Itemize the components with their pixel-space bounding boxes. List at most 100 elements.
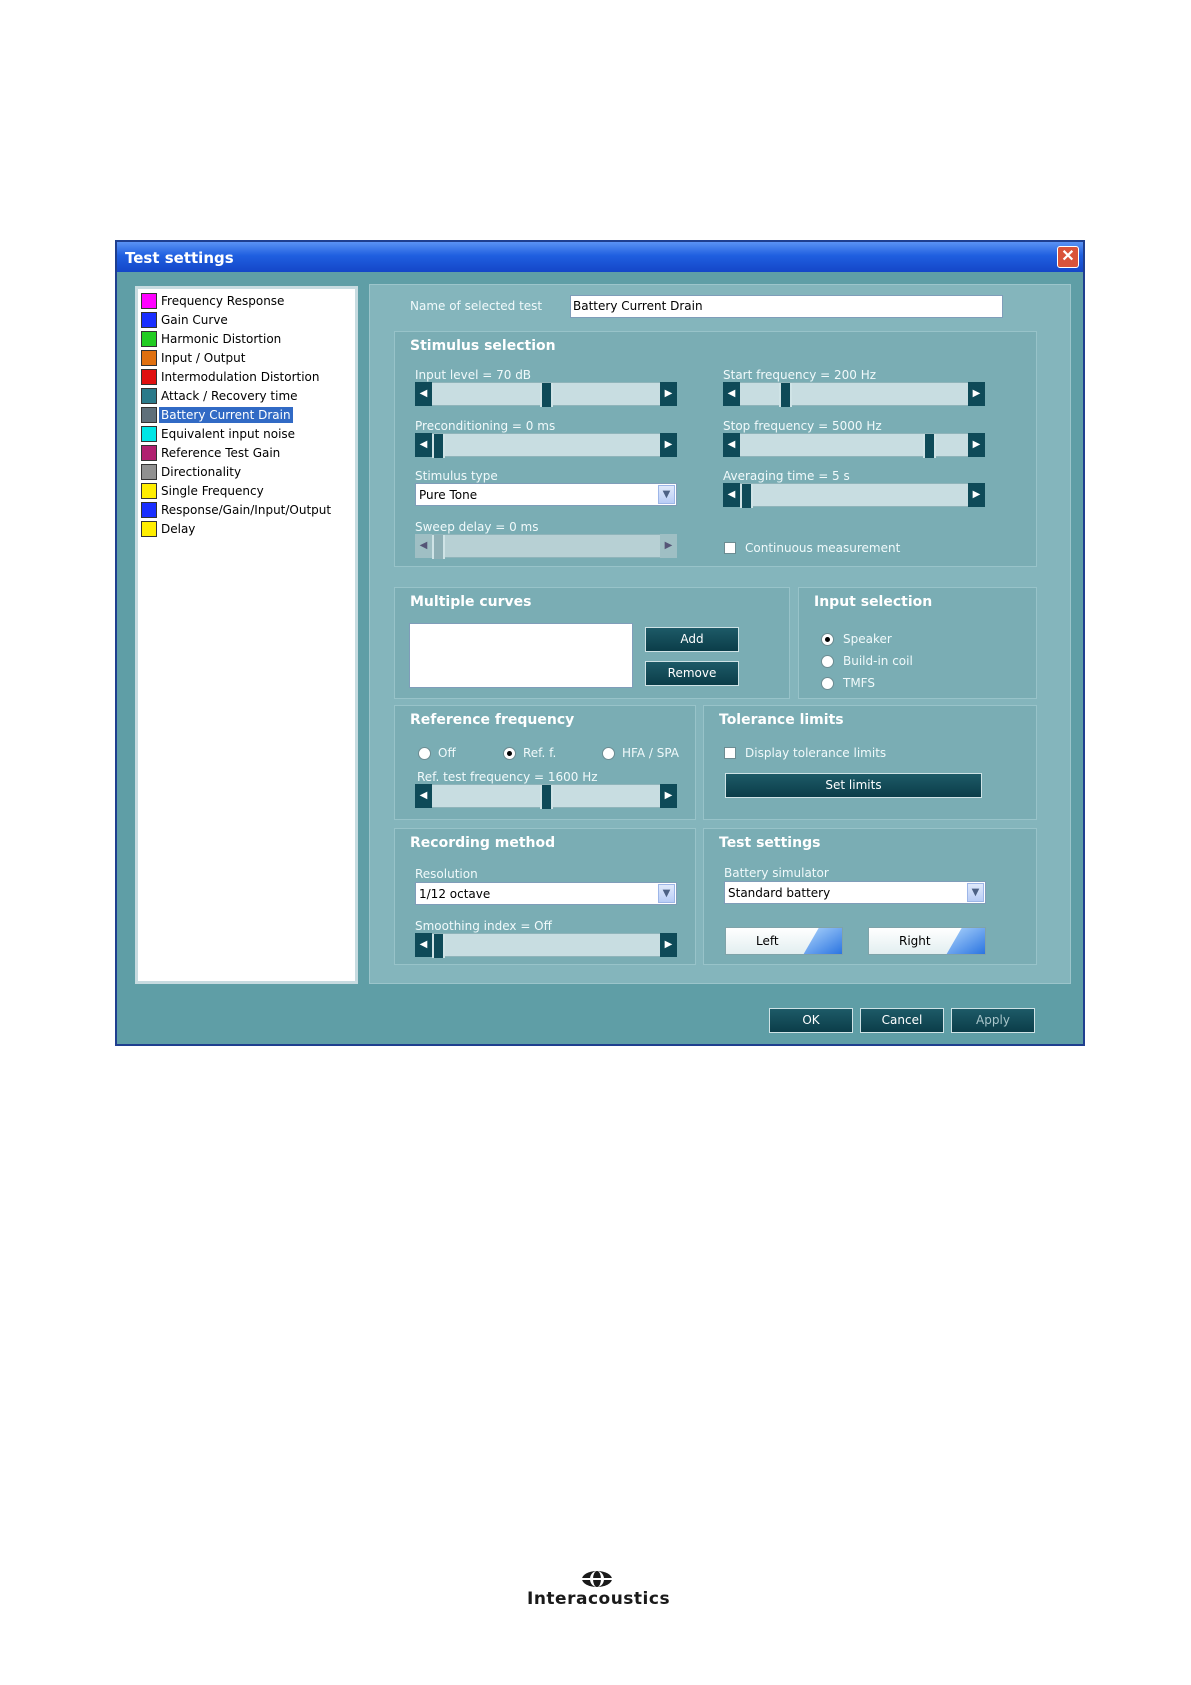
arrow-right-icon[interactable]: ▶	[660, 534, 677, 558]
arrow-right-icon[interactable]: ▶	[660, 382, 677, 406]
title-bar[interactable]: Test settings ✕	[117, 242, 1083, 272]
sweep-delay-label: Sweep delay = 0 ms	[415, 520, 539, 534]
test-name-input[interactable]: Battery Current Drain	[570, 295, 1003, 318]
battery-simulator-label: Battery simulator	[724, 866, 829, 880]
stimulus-type-label: Stimulus type	[415, 469, 498, 483]
arrow-right-icon[interactable]: ▶	[660, 933, 677, 957]
stop-frequency-label: Stop frequency = 5000 Hz	[723, 419, 882, 433]
battery-simulator-value: Standard battery	[728, 886, 831, 900]
slider-thumb[interactable]	[540, 785, 553, 809]
group-title: Stimulus selection	[410, 338, 556, 354]
apply-button[interactable]: Apply	[951, 1008, 1035, 1033]
set-limits-button[interactable]: Set limits	[725, 773, 982, 798]
close-icon: ✕	[1061, 248, 1075, 265]
display-tolerance-checkbox[interactable]	[724, 747, 736, 759]
input-selection-group: Input selection Speaker Build-in coil TM…	[798, 587, 1037, 699]
slider-thumb[interactable]	[740, 484, 753, 508]
ref-off-radio[interactable]	[418, 747, 431, 760]
start-frequency-slider[interactable]: ◀ ▶	[723, 382, 985, 407]
input-level-label: Input level = 70 dB	[415, 368, 532, 382]
delay-icon	[141, 521, 157, 537]
arrow-left-icon[interactable]: ◀	[415, 433, 432, 457]
input-level-slider[interactable]: ◀ ▶	[415, 382, 677, 407]
blue-swoosh-icon	[943, 928, 985, 954]
arrow-left-icon[interactable]: ◀	[415, 933, 432, 957]
sweep-delay-slider[interactable]: ◀ ▶	[415, 534, 677, 559]
close-button[interactable]: ✕	[1057, 246, 1079, 268]
hfa-spa-radio[interactable]	[602, 747, 615, 760]
arrow-left-icon[interactable]: ◀	[415, 534, 432, 558]
arrow-right-icon[interactable]: ▶	[968, 433, 985, 457]
test-list-label: Gain Curve	[161, 313, 228, 327]
speaker-label: Speaker	[843, 632, 892, 646]
test-list-label: Response/Gain/Input/Output	[161, 503, 332, 517]
resolution-label: Resolution	[415, 867, 478, 881]
test-list-label: Reference Test Gain	[161, 446, 281, 460]
slider-thumb[interactable]	[779, 383, 792, 407]
arrow-right-icon[interactable]: ▶	[968, 483, 985, 507]
resolution-select[interactable]: 1/12 octave ▼	[415, 882, 677, 905]
chevron-down-icon[interactable]: ▼	[658, 884, 675, 903]
preconditioning-slider[interactable]: ◀ ▶	[415, 433, 677, 458]
slider-thumb[interactable]	[923, 434, 936, 458]
arrow-left-icon[interactable]: ◀	[723, 433, 740, 457]
smoothing-index-slider[interactable]: ◀ ▶	[415, 933, 677, 958]
cancel-button[interactable]: Cancel	[860, 1008, 944, 1033]
group-title: Test settings	[719, 835, 821, 851]
group-title: Input selection	[814, 594, 933, 610]
start-frequency-label: Start frequency = 200 Hz	[723, 368, 877, 382]
remove-curve-button[interactable]: Remove	[645, 661, 739, 686]
attack-recovery-icon	[141, 388, 157, 404]
ref-test-frequency-slider[interactable]: ◀ ▶	[415, 784, 677, 809]
battery-simulator-select[interactable]: Standard battery ▼	[724, 881, 986, 904]
ref-test-frequency-label: Ref. test frequency = 1600 Hz	[417, 770, 598, 784]
add-curve-button[interactable]: Add	[645, 627, 739, 652]
averaging-time-slider[interactable]: ◀ ▶	[723, 483, 985, 508]
arrow-left-icon[interactable]: ◀	[415, 784, 432, 808]
arrow-left-icon[interactable]: ◀	[723, 382, 740, 406]
test-list-label: Directionality	[161, 465, 242, 479]
curves-list[interactable]	[409, 623, 633, 688]
speaker-radio[interactable]	[821, 633, 834, 646]
slider-thumb[interactable]	[540, 383, 553, 407]
left-ear-button[interactable]: Left	[725, 927, 843, 955]
chevron-down-icon[interactable]: ▼	[658, 485, 675, 504]
equivalent-input-noise-icon	[141, 426, 157, 442]
slider-thumb[interactable]	[432, 434, 445, 458]
interacoustics-logo-text: Interacoustics	[527, 1589, 671, 1609]
arrow-right-icon[interactable]: ▶	[660, 433, 677, 457]
chevron-down-icon[interactable]: ▼	[967, 883, 984, 902]
slider-thumb[interactable]	[432, 535, 445, 559]
continuous-measurement-label: Continuous measurement	[745, 541, 901, 555]
right-label: Right	[899, 934, 931, 948]
continuous-measurement-checkbox[interactable]	[724, 542, 736, 554]
input-output-icon	[141, 350, 157, 366]
group-title: Reference frequency	[410, 712, 575, 728]
test-list-label: Frequency Response	[161, 294, 285, 308]
frequency-response-icon	[141, 293, 157, 309]
stimulus-type-select[interactable]: Pure Tone ▼	[415, 483, 677, 506]
ok-button[interactable]: OK	[769, 1008, 853, 1033]
tmfs-radio[interactable]	[821, 677, 834, 690]
ref-f-radio[interactable]	[503, 747, 516, 760]
arrow-left-icon[interactable]: ◀	[723, 483, 740, 507]
arrow-left-icon[interactable]: ◀	[415, 382, 432, 406]
interacoustics-logo-icon	[582, 1571, 612, 1587]
test-list-label: Attack / Recovery time	[161, 389, 298, 403]
build-in-coil-label: Build-in coil	[843, 654, 913, 668]
build-in-coil-radio[interactable]	[821, 655, 834, 668]
ref-off-label: Off	[438, 746, 456, 760]
harmonic-distortion-icon	[141, 331, 157, 347]
slider-thumb[interactable]	[432, 934, 445, 958]
left-label: Left	[756, 934, 779, 948]
stop-frequency-slider[interactable]: ◀ ▶	[723, 433, 985, 458]
recording-method-group: Recording method Resolution 1/12 octave …	[394, 828, 696, 965]
test-settings-group: Test settings Battery simulator Standard…	[703, 828, 1037, 965]
directionality-icon	[141, 464, 157, 480]
stimulus-type-value: Pure Tone	[419, 488, 478, 502]
averaging-time-label: Averaging time = 5 s	[723, 469, 850, 483]
arrow-right-icon[interactable]: ▶	[968, 382, 985, 406]
test-list-label: Input / Output	[161, 351, 246, 365]
right-ear-button[interactable]: Right	[868, 927, 986, 955]
arrow-right-icon[interactable]: ▶	[660, 784, 677, 808]
